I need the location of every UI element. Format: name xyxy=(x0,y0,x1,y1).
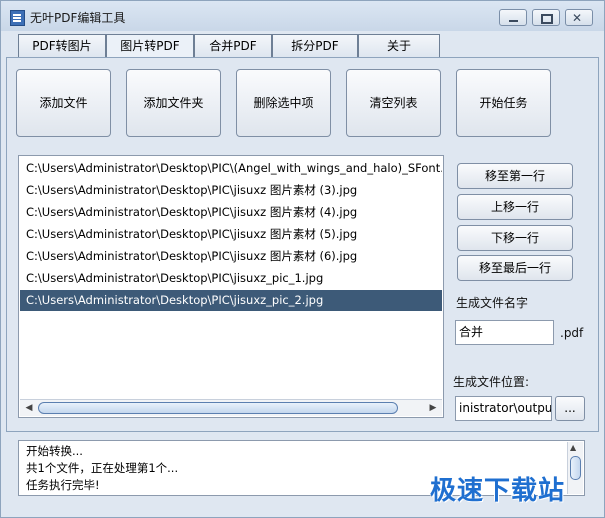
output-filename-label: 生成文件名字 xyxy=(456,296,529,310)
log-line: 共1个文件，正在处理第1个... xyxy=(26,461,179,475)
file-list[interactable]: C:\Users\Administrator\Desktop\PIC\(Ange… xyxy=(18,155,444,418)
move-up-button[interactable]: 上移一行 xyxy=(457,194,573,220)
maximize-button[interactable] xyxy=(532,9,560,26)
title-bar[interactable]: 无叶PDF编辑工具 ✕ xyxy=(1,1,604,31)
tab-split-pdf[interactable]: 拆分PDF xyxy=(272,34,358,58)
minimize-button[interactable] xyxy=(499,9,527,26)
list-item[interactable]: C:\Users\Administrator\Desktop\PIC\jisux… xyxy=(20,180,442,201)
move-to-bottom-button[interactable]: 移至最后一行 xyxy=(457,255,573,281)
browse-button[interactable]: ... xyxy=(555,396,585,421)
list-item[interactable]: C:\Users\Administrator\Desktop\PIC\jisux… xyxy=(20,246,442,267)
log-line: 开始转换... xyxy=(26,444,83,458)
close-button[interactable]: ✕ xyxy=(565,9,593,26)
start-task-button[interactable]: 开始任务 xyxy=(456,69,551,137)
add-folder-button[interactable]: 添加文件夹 xyxy=(126,69,221,137)
app-logo-icon xyxy=(10,10,25,26)
close-icon: ✕ xyxy=(572,11,583,25)
scroll-up-icon[interactable]: ▲ xyxy=(570,443,576,452)
list-item[interactable]: C:\Users\Administrator\Desktop\PIC\(Ange… xyxy=(20,158,442,179)
list-item[interactable]: C:\Users\Administrator\Desktop\PIC\jisux… xyxy=(20,268,442,289)
delete-selected-button[interactable]: 删除选中项 xyxy=(236,69,331,137)
scrollbar-thumb[interactable] xyxy=(38,402,398,414)
list-item[interactable]: C:\Users\Administrator\Desktop\PIC\jisux… xyxy=(20,202,442,223)
output-filename-input[interactable]: 合并 xyxy=(455,320,554,345)
scrollbar-thumb[interactable] xyxy=(570,456,581,480)
add-file-button[interactable]: 添加文件 xyxy=(16,69,111,137)
watermark-logo: 极速下载站 xyxy=(430,476,566,506)
vertical-scrollbar[interactable]: ▲ xyxy=(567,442,583,494)
tab-merge-pdf[interactable]: 合并PDF xyxy=(194,34,272,58)
output-location-label: 生成文件位置: xyxy=(453,375,530,389)
window-title: 无叶PDF编辑工具 xyxy=(30,11,126,25)
output-location-input[interactable]: inistrator\output xyxy=(455,396,552,421)
tab-about[interactable]: 关于 xyxy=(358,34,440,58)
clear-list-button[interactable]: 清空列表 xyxy=(346,69,441,137)
log-line: 任务执行完毕! xyxy=(26,478,100,492)
tab-image-to-pdf[interactable]: 图片转PDF xyxy=(106,34,194,59)
list-item[interactable]: C:\Users\Administrator\Desktop\PIC\jisux… xyxy=(20,224,442,245)
move-to-top-button[interactable]: 移至第一行 xyxy=(457,163,573,189)
list-item-selected[interactable]: C:\Users\Administrator\Desktop\PIC\jisux… xyxy=(20,290,442,311)
pdf-extension-label: .pdf xyxy=(560,326,584,340)
scroll-left-icon[interactable]: ◀ xyxy=(22,401,36,415)
move-down-button[interactable]: 下移一行 xyxy=(457,225,573,251)
horizontal-scrollbar[interactable]: ◀ ▶ xyxy=(20,399,442,416)
scroll-right-icon[interactable]: ▶ xyxy=(426,401,440,415)
tab-pdf-to-image[interactable]: PDF转图片 xyxy=(18,34,106,58)
